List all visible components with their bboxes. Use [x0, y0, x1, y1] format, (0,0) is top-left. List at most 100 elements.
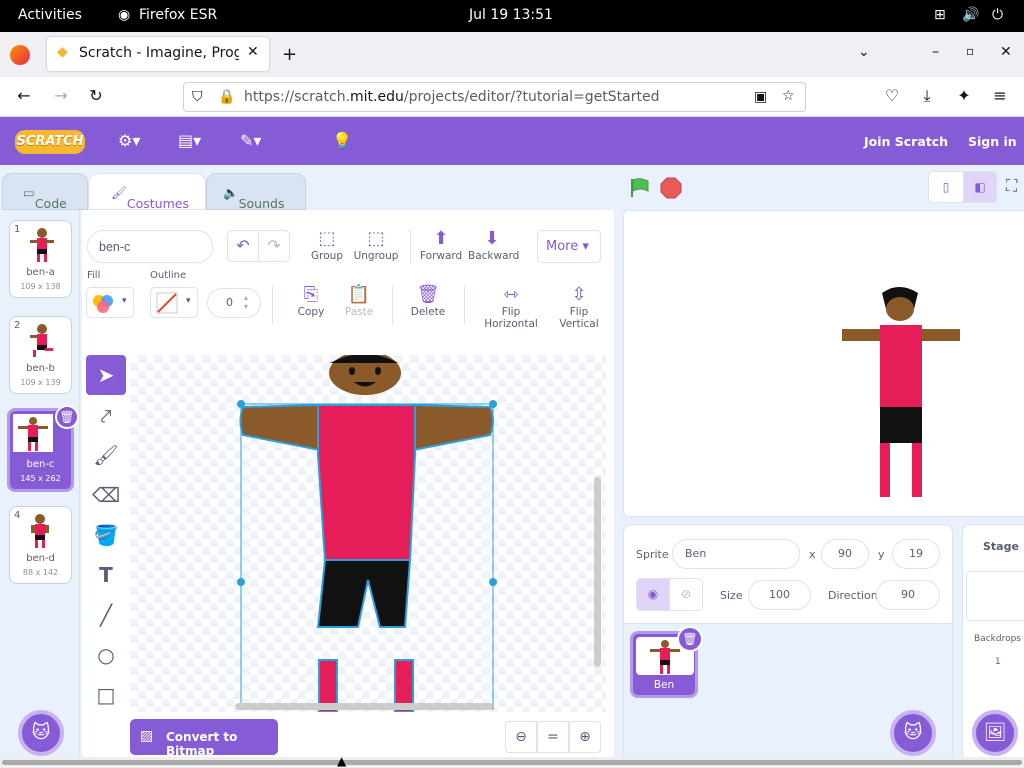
- rectangle-tool[interactable]: □: [86, 675, 126, 715]
- circle-tool[interactable]: ○: [86, 635, 126, 675]
- undo-button[interactable]: ↶: [227, 230, 259, 262]
- rectangle-icon: □: [96, 683, 116, 707]
- costume-tile-ben-c[interactable]: 3 🗑 ben-c 145 x 262: [7, 405, 79, 492]
- sprite-name-input[interactable]: Ben: [672, 539, 800, 569]
- normal-stage-button[interactable]: ◧: [963, 171, 997, 203]
- tab-costumes[interactable]: 🖌 Costumes: [88, 173, 206, 211]
- url-text[interactable]: https://scratch.mit.edu/projects/editor/…: [244, 89, 660, 105]
- zoom-out-icon[interactable]: ⊖: [505, 721, 537, 753]
- bookmark-star-icon[interactable]: ☆: [782, 88, 795, 104]
- stage-canvas[interactable]: [623, 210, 1024, 517]
- fullscreen-icon[interactable]: ⛶: [1006, 176, 1017, 196]
- line-tool[interactable]: ╱: [86, 595, 126, 635]
- outline-color-picker[interactable]: ▾: [150, 287, 198, 318]
- select-tool[interactable]: ➤: [86, 355, 126, 395]
- tab-code[interactable]: ▭ Code: [2, 173, 88, 211]
- outline-width-input[interactable]: 0 ▴ ▾: [207, 288, 261, 318]
- reader-mode-icon[interactable]: ▣: [754, 89, 767, 105]
- settings-gear-icon[interactable]: ⚙▾: [118, 131, 140, 150]
- fill-tool[interactable]: 🪣: [86, 515, 126, 555]
- extensions-icon[interactable]: ✦: [950, 86, 978, 105]
- costume-tile-ben-d[interactable]: 4 ben-d 88 x 142: [9, 506, 72, 584]
- reshape-tool[interactable]: ⤤: [86, 396, 126, 436]
- more-dropdown[interactable]: More ▾: [537, 230, 601, 263]
- flip-horizontal-button[interactable]: ⇿ Flip Horizontal: [476, 284, 546, 330]
- choose-costume-button[interactable]: 🐱: [18, 710, 64, 756]
- forward-arrow-icon: ⬆: [433, 228, 449, 249]
- forward-icon[interactable]: →: [47, 86, 75, 105]
- copy-button[interactable]: ⎘ Copy: [294, 284, 328, 318]
- close-window-icon[interactable]: ✕: [1000, 44, 1012, 60]
- tab-title: Scratch - Imagine, Progra: [79, 45, 239, 61]
- zoom-reset-icon[interactable]: =: [537, 721, 569, 753]
- tab-sounds[interactable]: 🔈 Sounds: [206, 173, 306, 211]
- delete-costume-icon[interactable]: 🗑: [55, 405, 79, 429]
- text-tool[interactable]: T: [86, 555, 126, 595]
- flip-vertical-button[interactable]: ⇳ Flip Vertical: [550, 284, 608, 330]
- tutorials-lightbulb-icon[interactable]: 💡: [332, 131, 352, 150]
- pocket-icon[interactable]: ♡: [878, 86, 906, 105]
- brush-tool[interactable]: 🖌: [86, 435, 126, 475]
- reload-icon[interactable]: ↻: [82, 86, 110, 105]
- convert-to-bitmap-button[interactable]: ▨ Convert to Bitmap: [130, 719, 278, 758]
- tab-list-icon[interactable]: ⌄: [858, 44, 870, 60]
- costume-thumbnail: [30, 324, 53, 357]
- backward-button[interactable]: ⬇ Backward: [468, 228, 519, 262]
- redo-button[interactable]: ↷: [258, 230, 290, 262]
- direction-input[interactable]: 90: [876, 580, 940, 610]
- firefox-menu-icon[interactable]: [10, 45, 30, 65]
- lock-icon[interactable]: 🔒: [218, 89, 235, 105]
- minimize-icon[interactable]: –: [932, 44, 939, 60]
- x-position-input[interactable]: 90: [821, 539, 869, 569]
- y-position-input[interactable]: 19: [892, 539, 940, 569]
- edit-menu-icon[interactable]: ✎▾: [240, 131, 261, 150]
- choose-sprite-button[interactable]: 🐱: [890, 710, 936, 756]
- network-icon[interactable]: ⊞: [934, 7, 946, 23]
- tracking-shield-icon[interactable]: ⛉: [192, 89, 203, 105]
- delete-button[interactable]: 🗑 Delete: [410, 284, 446, 318]
- hide-sprite-eye-icon[interactable]: ⊘: [669, 578, 703, 611]
- costume-name-input[interactable]: [87, 230, 213, 263]
- group-button[interactable]: ⬚ Group: [307, 228, 347, 262]
- small-stage-button[interactable]: ▯: [928, 171, 964, 203]
- downloads-icon[interactable]: ⤓: [913, 86, 941, 106]
- maximize-icon[interactable]: ▫: [966, 44, 974, 58]
- paint-canvas[interactable]: [130, 355, 606, 712]
- activities-button[interactable]: Activities: [18, 7, 82, 23]
- fill-color-picker[interactable]: ▾: [86, 287, 134, 318]
- costume-tile-ben-a[interactable]: 1 ben-a 109 x 138: [9, 220, 72, 298]
- ungroup-button[interactable]: ⬚ Ungroup: [353, 228, 399, 262]
- app-menu-icon[interactable]: ≡: [986, 86, 1014, 105]
- volume-icon[interactable]: 🔊: [962, 7, 979, 23]
- mouse-cursor-icon: ▲: [337, 754, 347, 768]
- app-name[interactable]: Firefox ESR: [139, 7, 217, 23]
- power-icon[interactable]: ⏻: [992, 7, 1003, 23]
- delete-sprite-icon[interactable]: 🗑: [677, 626, 703, 652]
- zoom-in-icon[interactable]: ⊕: [569, 721, 601, 753]
- size-input[interactable]: 100: [748, 580, 811, 610]
- stepper-icon[interactable]: ▴ ▾: [244, 293, 248, 311]
- green-flag-icon[interactable]: [628, 177, 652, 199]
- page-horizontal-scrollbar[interactable]: [0, 757, 1024, 768]
- costume-tile-ben-b[interactable]: 2 ben-b 109 x 139: [9, 316, 72, 394]
- canvas-horizontal-scrollbar[interactable]: [235, 703, 493, 710]
- choose-backdrop-button[interactable]: 🖼: [972, 710, 1018, 756]
- new-tab-icon[interactable]: +: [282, 44, 297, 65]
- canvas-vertical-scrollbar[interactable]: [594, 477, 601, 667]
- scratch-logo[interactable]: SCRATCH: [15, 130, 85, 154]
- close-tab-icon[interactable]: ✕: [247, 44, 259, 60]
- back-icon[interactable]: ←: [10, 86, 38, 105]
- show-sprite-eye-icon[interactable]: ◉: [636, 578, 670, 611]
- stop-sign-icon[interactable]: [660, 177, 682, 199]
- clock[interactable]: Jul 19 13:51: [469, 7, 553, 23]
- file-menu-icon[interactable]: ▤▾: [178, 131, 201, 150]
- url-bar[interactable]: ⛉ 🔒 https://scratch.mit.edu/projects/edi…: [183, 82, 806, 112]
- forward-button[interactable]: ⬆ Forward: [420, 228, 462, 262]
- eraser-tool[interactable]: ⌫: [86, 475, 126, 515]
- sign-in-link[interactable]: Sign in: [968, 134, 1017, 149]
- browser-tab[interactable]: ◆ Scratch - Imagine, Progra ✕: [47, 37, 269, 71]
- join-scratch-link[interactable]: Join Scratch: [864, 134, 948, 149]
- paste-button[interactable]: 📋 Paste: [342, 284, 376, 318]
- line-icon: ╱: [99, 603, 113, 627]
- paint-bucket-icon: 🪣: [93, 523, 119, 547]
